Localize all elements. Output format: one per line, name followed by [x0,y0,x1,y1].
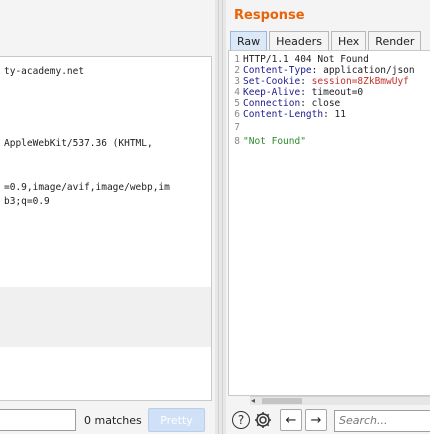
header-separator: : [300,76,312,87]
tab-hex[interactable]: Hex [330,31,367,50]
tab-render[interactable]: Render [368,31,422,50]
horizontal-scrollbar[interactable]: ◂ [250,396,430,405]
scroll-left-icon[interactable]: ◂ [251,396,255,405]
line-number: 4 [234,87,240,98]
response-line: 8 "Not Found" [229,136,306,147]
line-number: 1 [234,54,240,65]
response-line: 1 HTTP/1.1 404 Not Found [229,54,369,65]
pane-splitter[interactable] [215,0,226,434]
request-line: =0.9,image/avif,image/webp,im [4,182,170,193]
response-editor[interactable]: 1 HTTP/1.1 404 Not Found 2 Content-Type … [228,50,430,396]
tab-raw[interactable]: Raw [230,31,268,50]
header-name: Keep-Alive [243,87,301,98]
burp-repeater-window: ty-academy.net AppleWebKit/537.36 (KHTML… [0,0,430,434]
line-number: 5 [234,98,240,109]
header-value: 11 [334,109,346,120]
response-search-input[interactable]: Search... [334,410,430,432]
header-value: timeout=0 [311,87,364,98]
line-number: 7 [234,122,240,133]
header-separator: : [311,65,324,76]
request-line: ty-academy.net [4,66,85,77]
header-name: Set-Cookie [243,76,301,87]
response-line: 3 Set-Cookie : session=8ZkBmwUyf [229,76,409,87]
request-search-bar: 0 matches Pretty [0,405,215,434]
line-number: 2 [234,65,240,76]
request-editor[interactable]: ty-academy.net AppleWebKit/537.36 (KHTML… [0,56,212,401]
request-pane: ty-academy.net AppleWebKit/537.36 (KHTML… [0,0,215,434]
header-separator: : [300,87,312,98]
tab-headers[interactable]: Headers [269,31,329,50]
matches-count: 0 matches [84,414,142,427]
request-selected-line-highlight [0,287,211,347]
header-value: application/json [323,65,415,76]
response-line: 4 Keep-Alive : timeout=0 [229,87,363,98]
line-number: 8 [234,136,240,147]
response-line: 2 Content-Type : application/json [229,65,415,76]
response-line: 7 [229,122,243,133]
line-number: 6 [234,109,240,120]
gear-icon[interactable] [253,410,273,430]
response-line: 6 Content-Length : 11 [229,109,346,120]
forward-arrow-icon[interactable]: → [305,409,327,431]
back-arrow-icon[interactable]: ← [280,409,302,431]
header-name: Content-Type [243,65,312,76]
line-number: 3 [234,76,240,87]
response-search-bar: ? ← → Search... [226,406,430,434]
response-tabs: Raw Headers Hex Render [230,31,423,50]
response-title: Response [234,8,305,23]
header-name: Content-Length [243,109,324,120]
help-icon[interactable]: ? [232,411,250,429]
header-value: close [311,98,341,109]
header-separator: : [323,109,335,120]
response-pane: Response Raw Headers Hex Render 1 HTTP/1… [226,0,430,434]
cookie-value: session=8ZkBmwUyf [311,76,409,87]
request-line: AppleWebKit/537.36 (KHTML, [4,138,153,149]
status-line: HTTP/1.1 404 Not Found [243,54,369,65]
response-line: 5 Connection : close [229,98,340,109]
scrollbar-thumb[interactable] [262,398,302,404]
request-line: b3;q=0.9 [4,196,50,207]
header-separator: : [300,98,312,109]
pretty-button[interactable]: Pretty [148,408,205,432]
request-search-input[interactable] [0,409,76,431]
header-name: Connection [243,98,301,109]
response-body: "Not Found" [243,136,306,147]
